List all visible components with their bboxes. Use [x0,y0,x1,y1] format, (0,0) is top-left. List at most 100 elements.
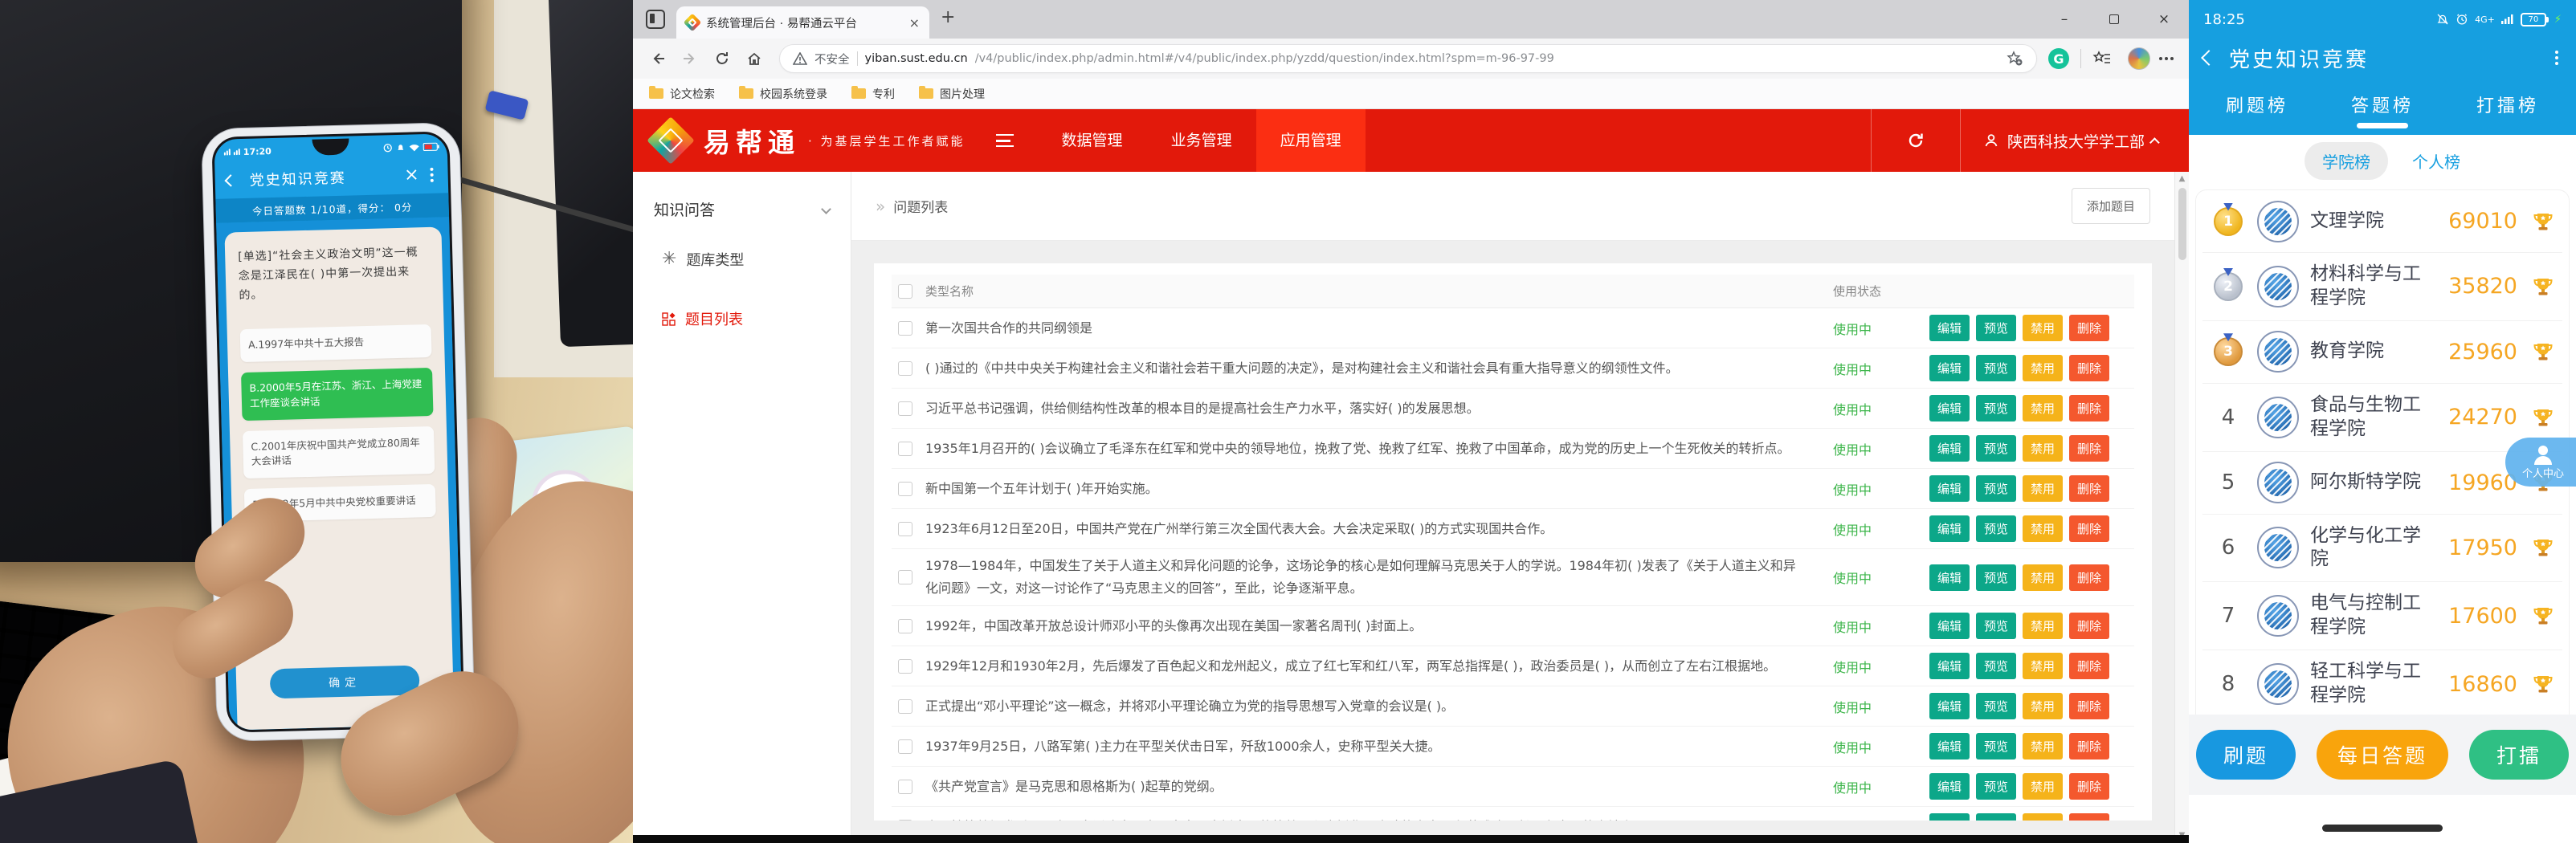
edit-button[interactable]: 编辑 [1929,435,1970,462]
confirm-button[interactable]: 确定 [270,665,420,698]
personal-center-fab[interactable]: 个人中心 [2505,438,2576,487]
row-checkbox[interactable] [898,820,912,821]
new-tab-button[interactable]: + [941,7,955,27]
add-question-button[interactable]: 添加题目 [2072,188,2150,224]
row-checkbox[interactable] [898,659,912,674]
row-checkbox[interactable] [898,619,912,633]
row-checkbox[interactable] [898,442,912,456]
admin-nav-item[interactable]: 数据管理 [1038,109,1147,172]
row-checkbox[interactable] [898,699,912,714]
delete-button[interactable]: 删除 [2069,395,2109,422]
favorites-bar-icon[interactable] [2092,51,2112,67]
hamburger-icon[interactable] [996,134,1014,147]
delete-button[interactable]: 删除 [2069,475,2109,502]
disable-button[interactable]: 禁用 [2023,315,2063,341]
row-checkbox[interactable] [898,361,912,376]
edit-button[interactable]: 编辑 [1929,693,1970,719]
admin-nav-item[interactable]: 业务管理 [1147,109,1256,172]
minimize-button[interactable]: – [2039,0,2089,39]
delete-button[interactable]: 删除 [2069,773,2109,800]
disable-button[interactable]: 禁用 [2023,813,2063,821]
quiz-option[interactable]: B.2000年5月在江苏、浙江、上海党建工作座谈会讲话 [241,368,433,421]
edit-button[interactable]: 编辑 [1929,355,1970,381]
preview-button[interactable]: 预览 [1976,515,2016,542]
row-checkbox[interactable] [898,522,912,536]
delete-button[interactable]: 删除 [2069,564,2109,591]
edit-button[interactable]: 编辑 [1929,653,1970,679]
refresh-icon[interactable] [708,45,736,72]
edit-button[interactable]: 编辑 [1929,773,1970,800]
close-icon[interactable]: × [404,166,419,184]
scroll-up-icon[interactable]: ▲ [2179,172,2186,186]
scrollbar[interactable]: ▲ ▼ [2174,172,2189,843]
admin-nav-item[interactable]: 应用管理 [1256,109,1366,172]
close-button[interactable]: × [2139,0,2189,39]
delete-button[interactable]: 删除 [2069,435,2109,462]
grammarly-icon[interactable]: G [2048,48,2069,69]
profile-avatar[interactable] [2128,47,2150,70]
quiz-option[interactable]: C.2001年庆祝中国共产党成立80周年大会讲话 [243,426,435,479]
back-icon[interactable] [644,45,672,72]
preview-button[interactable]: 预览 [1976,653,2016,679]
delete-button[interactable]: 删除 [2069,613,2109,639]
row-checkbox[interactable] [898,321,912,336]
disable-button[interactable]: 禁用 [2023,653,2063,679]
sidebar-item-question-list[interactable]: 题目列表 [633,289,851,348]
row-checkbox[interactable] [898,401,912,416]
home-icon[interactable] [741,45,768,72]
maximize-button[interactable] [2089,0,2139,39]
daily-quiz-button[interactable]: 每日答题 [2317,730,2448,780]
delete-button[interactable]: 删除 [2069,813,2109,821]
sidebar-item-question-bank-types[interactable]: ✳ 题库类型 [633,230,851,289]
row-checkbox[interactable] [898,780,912,794]
edit-button[interactable]: 编辑 [1929,813,1970,821]
disable-button[interactable]: 禁用 [2023,435,2063,462]
preview-button[interactable]: 预览 [1976,395,2016,422]
rank-tab[interactable]: 打擂榜 [2476,92,2539,125]
disable-button[interactable]: 禁用 [2023,693,2063,719]
preview-button[interactable]: 预览 [1976,613,2016,639]
delete-button[interactable]: 删除 [2069,315,2109,341]
preview-button[interactable]: 预览 [1976,315,2016,341]
edit-button[interactable]: 编辑 [1929,515,1970,542]
edit-button[interactable]: 编辑 [1929,395,1970,422]
preview-button[interactable]: 预览 [1976,813,2016,821]
preview-button[interactable]: 预览 [1976,733,2016,760]
edit-button[interactable]: 编辑 [1929,613,1970,639]
row-checkbox[interactable] [898,739,912,754]
home-indicator[interactable] [2322,825,2443,832]
address-bar[interactable]: 不安全 yiban.sust.edu.cn /v4/public/index.p… [779,44,2037,73]
delete-button[interactable]: 删除 [2069,693,2109,719]
delete-button[interactable]: 删除 [2069,515,2109,542]
delete-button[interactable]: 删除 [2069,653,2109,679]
select-all-checkbox[interactable] [898,284,912,299]
edit-button[interactable]: 编辑 [1929,475,1970,502]
browser-tab[interactable]: 系统管理后台 · 易帮通云平台 × [676,6,929,39]
preview-button[interactable]: 预览 [1976,564,2016,591]
preview-button[interactable]: 预览 [1976,773,2016,800]
edit-button[interactable]: 编辑 [1929,564,1970,591]
back-icon[interactable] [224,174,237,187]
add-favorite-icon[interactable] [2006,51,2023,67]
preview-button[interactable]: 预览 [1976,475,2016,502]
practice-button[interactable]: 刷题 [2196,730,2296,780]
disable-button[interactable]: 禁用 [2023,395,2063,422]
tab-individual-rank[interactable]: 个人榜 [2412,149,2460,173]
rank-tab[interactable]: 刷题榜 [2226,92,2288,125]
back-icon[interactable] [2201,50,2217,66]
forward-icon[interactable] [676,45,704,72]
bookmark-item[interactable]: 专利 [851,86,895,102]
challenge-button[interactable]: 打擂 [2469,730,2569,780]
disable-button[interactable]: 禁用 [2023,613,2063,639]
edit-button[interactable]: 编辑 [1929,733,1970,760]
tab-college-rank[interactable]: 学院榜 [2305,142,2388,180]
disable-button[interactable]: 禁用 [2023,733,2063,760]
preview-button[interactable]: 预览 [1976,693,2016,719]
disable-button[interactable]: 禁用 [2023,475,2063,502]
rank-tab[interactable]: 答题榜 [2351,92,2414,125]
edit-button[interactable]: 编辑 [1929,315,1970,341]
account-menu[interactable]: 陕西科技大学学工部 [1961,130,2189,152]
tab-actions-icon[interactable] [646,10,665,29]
disable-button[interactable]: 禁用 [2023,355,2063,381]
bookmark-item[interactable]: 论文检索 [649,86,715,102]
